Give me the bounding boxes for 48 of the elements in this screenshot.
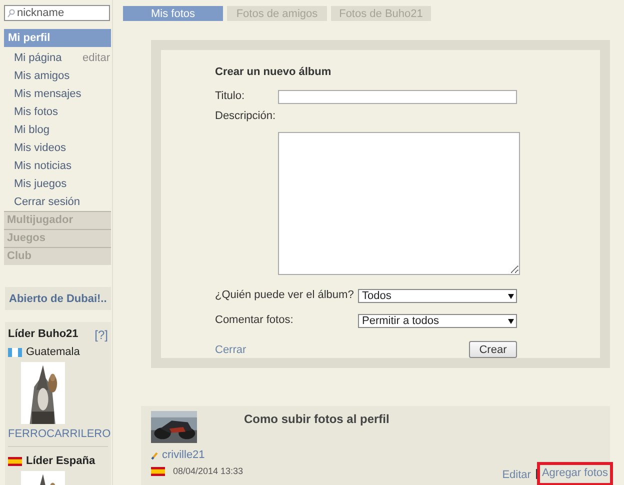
action-link[interactable]: Agregar fotos [540,465,610,483]
leader-name[interactable]: FERROCARRILERO [8,428,108,440]
input-field[interactable] [278,90,517,104]
dropdown[interactable]: Permitir a todos [358,314,517,328]
form-title: Crear un nuevo álbum [215,66,332,78]
caret-icon [508,294,514,298]
sidebar-item[interactable]: Mi página [14,52,62,64]
text-area[interactable] [278,132,520,275]
sidebar-item[interactable]: Mis mensajes [14,88,82,100]
field-label: Comentar fotos: [215,314,294,328]
leader-title: Líder Buho21 [8,328,78,342]
action-link[interactable]: Editar [502,467,533,483]
flag-icon [151,466,165,476]
close-link[interactable]: Cerrar [215,344,246,356]
sidebar-item[interactable]: Mis amigos [14,70,70,82]
tab[interactable]: Fotos de Buho21 [331,6,431,21]
sidebar-item[interactable]: Mis fotos [14,106,58,118]
author-link[interactable]: criville21 [162,449,205,461]
field-label: Titulo: [215,90,246,104]
search-field[interactable]: nickname [4,5,110,21]
sidebar-item[interactable]: Mis videos [14,142,66,154]
sidebar-item[interactable]: Mi blog [14,124,50,136]
tab[interactable]: Fotos de amigos [227,6,327,21]
search-icon [7,8,15,18]
create-button[interactable]: Crear [469,341,517,358]
dropdown[interactable]: Todos [358,289,517,303]
country-name: Guatemala [26,346,80,358]
sidebar-item[interactable]: Mis noticias [14,160,72,172]
flag-icon [8,348,22,356]
sidebar-section[interactable]: Juegos [4,229,111,247]
sidebar-item[interactable]: Cerrar sesión [14,196,80,208]
field-label: ¿Quién puede ver el álbum? [215,289,355,303]
sidebar-item[interactable]: Mis juegos [14,178,67,190]
search-input[interactable]: nickname [17,7,107,19]
post-title: Como subir fotos al perfil [244,411,390,426]
pencil-icon [151,450,159,460]
leader-title: Líder España [26,455,96,467]
caret-icon [508,318,514,324]
sidebar-header[interactable]: Mi perfil [4,29,111,47]
sidebar-section[interactable]: Club [4,247,111,265]
tab[interactable]: Mis fotos [123,6,223,21]
field-label: Descripción: [215,110,277,124]
edit-link[interactable]: editar [82,52,110,64]
help-link[interactable]: [?] [94,328,108,342]
promo-link[interactable]: Abierto de Dubai!.. [5,287,111,310]
post-date: 08/04/2014 13:33 [173,466,244,476]
sidebar-section[interactable]: Multijugador [4,211,111,229]
flag-icon [8,456,22,466]
